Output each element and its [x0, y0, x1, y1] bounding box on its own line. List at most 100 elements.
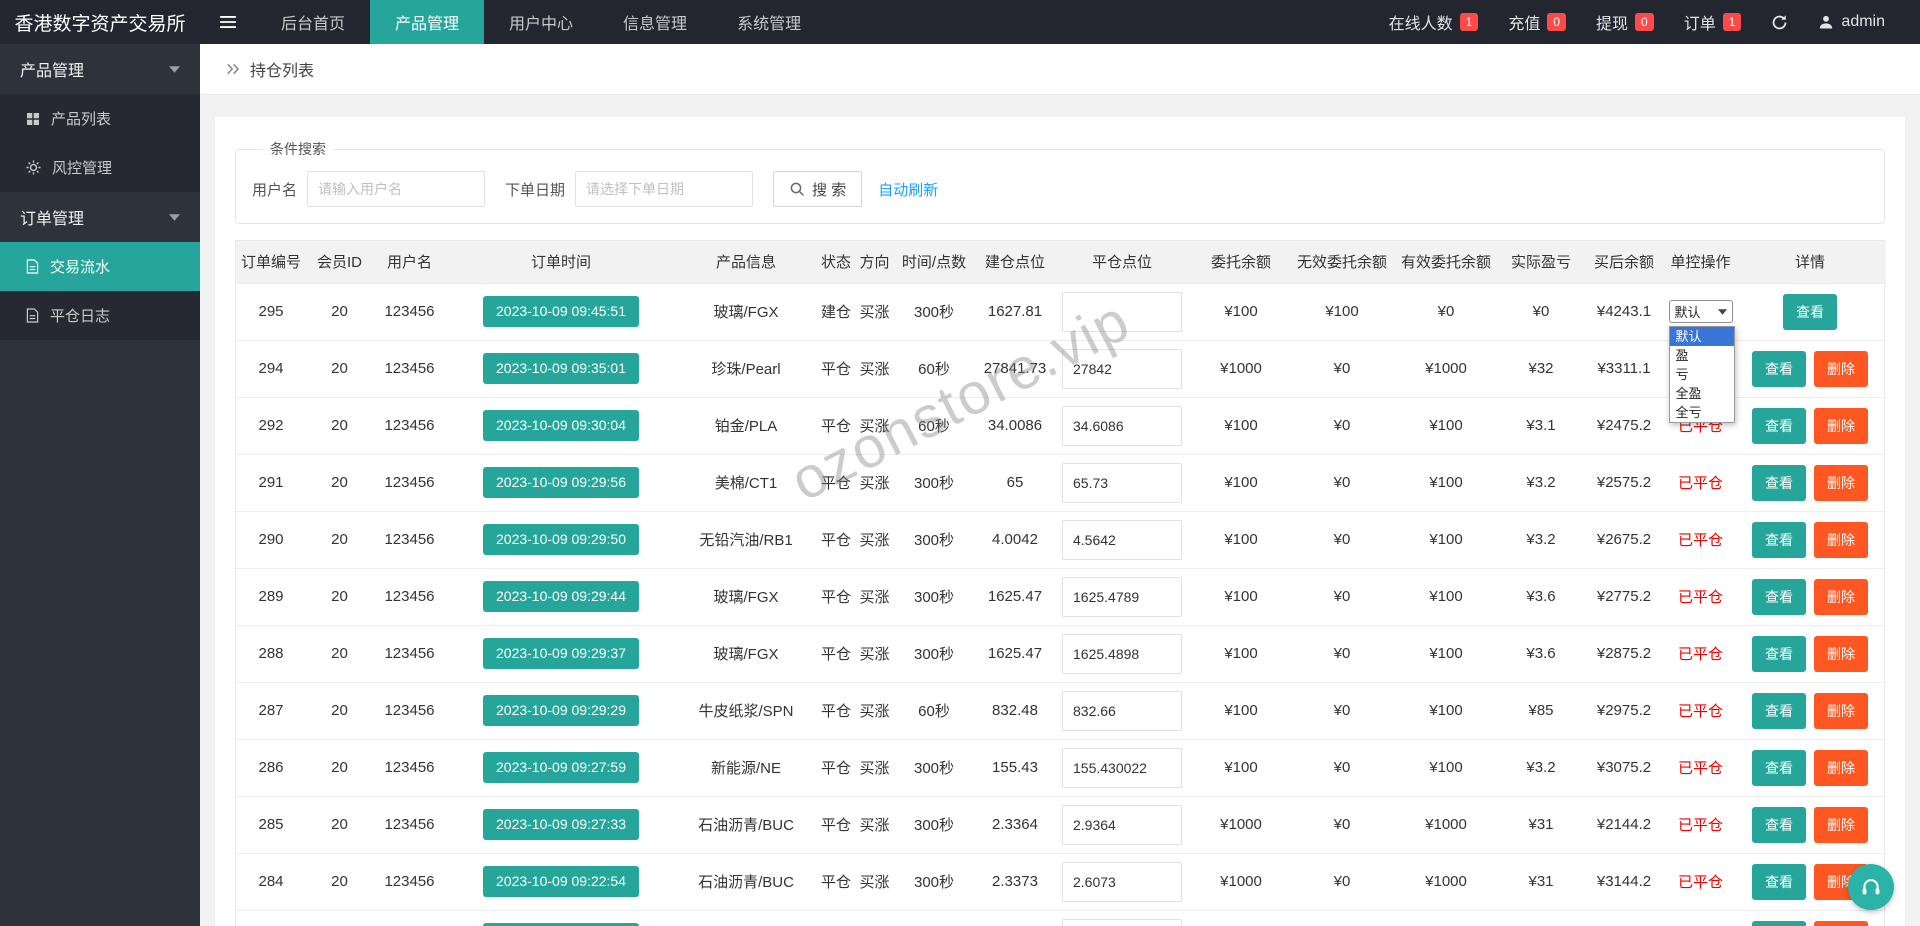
sidebar-item[interactable]: 风控管理: [0, 143, 200, 192]
member-id-cell: 20: [306, 396, 373, 454]
duration-cell: 60秒: [893, 909, 975, 926]
status-cell: 建仓: [816, 282, 856, 340]
delete-button[interactable]: 删除: [1814, 407, 1868, 444]
delete-button[interactable]: 删除: [1814, 521, 1868, 558]
close-point-input[interactable]: [1062, 747, 1182, 788]
header-stat[interactable]: 提现 0: [1581, 0, 1669, 44]
control-select[interactable]: 默认 默认盈亏全盈 全亏: [1668, 300, 1735, 423]
close-point-input[interactable]: [1062, 690, 1182, 731]
detail-cell: 查看删除: [1734, 510, 1886, 568]
view-button[interactable]: 查看: [1752, 863, 1806, 900]
hamburger-menu-button[interactable]: [200, 0, 256, 44]
open-point-cell: 2.3364: [975, 795, 1055, 853]
member-id-cell: 20: [306, 624, 373, 682]
top-nav-tab[interactable]: 产品管理: [370, 0, 485, 44]
delete-button[interactable]: 删除: [1814, 692, 1868, 729]
view-button[interactable]: 查看: [1752, 806, 1806, 843]
view-button[interactable]: 查看: [1783, 293, 1837, 330]
close-point-cell: [1055, 795, 1189, 853]
close-point-input[interactable]: [1062, 576, 1182, 617]
delete-button[interactable]: 删除: [1814, 806, 1868, 843]
entrust-balance-cell: ¥100: [1189, 681, 1293, 739]
top-nav-tab[interactable]: 用户中心: [484, 0, 598, 44]
delete-button[interactable]: 删除: [1814, 920, 1868, 926]
direction-cell: 买涨: [856, 738, 893, 796]
sidebar-item-label: 风控管理: [52, 160, 113, 177]
delete-button[interactable]: 删除: [1814, 464, 1868, 501]
select-option[interactable]: 默认: [1669, 327, 1734, 346]
sidebar-item[interactable]: 交易流水: [0, 242, 200, 291]
close-point-input[interactable]: [1062, 348, 1182, 389]
top-nav-tab[interactable]: 系统管理: [712, 0, 826, 44]
order-date-input[interactable]: [575, 171, 754, 207]
customer-service-float-button[interactable]: [1848, 864, 1894, 910]
sidebar-group-title[interactable]: 订单管理: [0, 192, 200, 242]
close-point-input[interactable]: [1062, 804, 1182, 845]
delete-button[interactable]: 删除: [1814, 578, 1868, 615]
sidebar: 产品管理 产品列表风控管理订单管理 交易流水 平仓日志: [0, 44, 200, 926]
column-header: 产品信息: [676, 241, 816, 283]
view-button[interactable]: 查看: [1752, 635, 1806, 672]
order-time-cell: 2023-10-09 09:30:04: [446, 396, 676, 454]
close-point-input[interactable]: [1062, 462, 1182, 503]
open-point-cell: 832.48: [975, 681, 1055, 739]
close-point-cell: [1055, 909, 1189, 926]
column-header: 单控操作: [1667, 241, 1734, 283]
view-button[interactable]: 查看: [1752, 407, 1806, 444]
delete-button[interactable]: 删除: [1814, 350, 1868, 387]
close-point-input[interactable]: [1062, 918, 1182, 926]
header-stat[interactable]: 充值 0: [1493, 0, 1581, 44]
auto-refresh-link[interactable]: 自动刷新: [878, 179, 938, 200]
invalid-entrust-balance-cell: ¥0: [1293, 738, 1391, 796]
sidebar-item[interactable]: 产品列表: [0, 94, 200, 143]
top-nav-tab[interactable]: 后台首页: [256, 0, 370, 44]
member-id-cell: 20: [306, 453, 373, 511]
open-point-cell: 34.0086: [975, 396, 1055, 454]
sidebar-group-title[interactable]: 产品管理: [0, 44, 200, 94]
close-point-input[interactable]: [1062, 291, 1182, 332]
member-id-cell: 20: [306, 909, 373, 926]
entrust-balance-cell: ¥1000: [1189, 339, 1293, 397]
app-logo: 香港数字资产交易所: [0, 0, 200, 44]
order-id-cell: 290: [236, 510, 306, 568]
balance-after-cell: ¥3311.1: [1581, 339, 1667, 397]
close-point-input[interactable]: [1062, 633, 1182, 674]
top-nav-tab[interactable]: 信息管理: [598, 0, 712, 44]
view-button[interactable]: 查看: [1752, 692, 1806, 729]
view-button[interactable]: 查看: [1752, 521, 1806, 558]
invalid-entrust-balance-cell: ¥0: [1293, 396, 1391, 454]
control-cell: 已平仓: [1667, 795, 1734, 853]
view-button[interactable]: 查看: [1752, 920, 1806, 926]
member-id-cell: 20: [306, 339, 373, 397]
select-option[interactable]: 全盈: [1670, 384, 1734, 403]
delete-button[interactable]: 删除: [1814, 749, 1868, 786]
select-option[interactable]: 全亏: [1670, 403, 1734, 422]
select-option[interactable]: 亏: [1670, 365, 1734, 384]
chevron-down-icon: [169, 65, 180, 73]
search-button[interactable]: 搜 索: [773, 171, 863, 207]
invalid-entrust-balance-cell: ¥0: [1293, 795, 1391, 853]
close-point-input[interactable]: [1062, 405, 1182, 446]
refresh-button[interactable]: [1756, 0, 1803, 44]
select-option[interactable]: 盈: [1670, 346, 1734, 365]
close-point-input[interactable]: [1062, 861, 1182, 902]
view-button[interactable]: 查看: [1752, 464, 1806, 501]
delete-button[interactable]: 删除: [1814, 635, 1868, 672]
header-stat[interactable]: 订单 1: [1669, 0, 1757, 44]
header-stat[interactable]: 在线人数 1: [1374, 0, 1494, 44]
sidebar-item[interactable]: 平仓日志: [0, 291, 200, 340]
closed-status-label: 已平仓: [1677, 760, 1723, 777]
open-point-cell: 155.43: [975, 738, 1055, 796]
username-input[interactable]: [307, 171, 486, 207]
positions-panel: 条件搜索 用户名 下单日期 搜 索 自动刷新 订单编号会员ID用户名订单时间: [215, 117, 1905, 926]
admin-user-menu[interactable]: admin: [1803, 0, 1900, 44]
view-button[interactable]: 查看: [1752, 578, 1806, 615]
username-cell: 123456: [373, 453, 446, 511]
top-nav: 后台首页 产品管理 用户中心 信息管理 系统管理: [256, 0, 826, 44]
grid-icon: [26, 112, 40, 126]
close-point-cell: [1055, 510, 1189, 568]
close-point-input[interactable]: [1062, 519, 1182, 560]
view-button[interactable]: 查看: [1752, 350, 1806, 387]
notification-badge: 1: [1459, 13, 1479, 31]
view-button[interactable]: 查看: [1752, 749, 1806, 786]
